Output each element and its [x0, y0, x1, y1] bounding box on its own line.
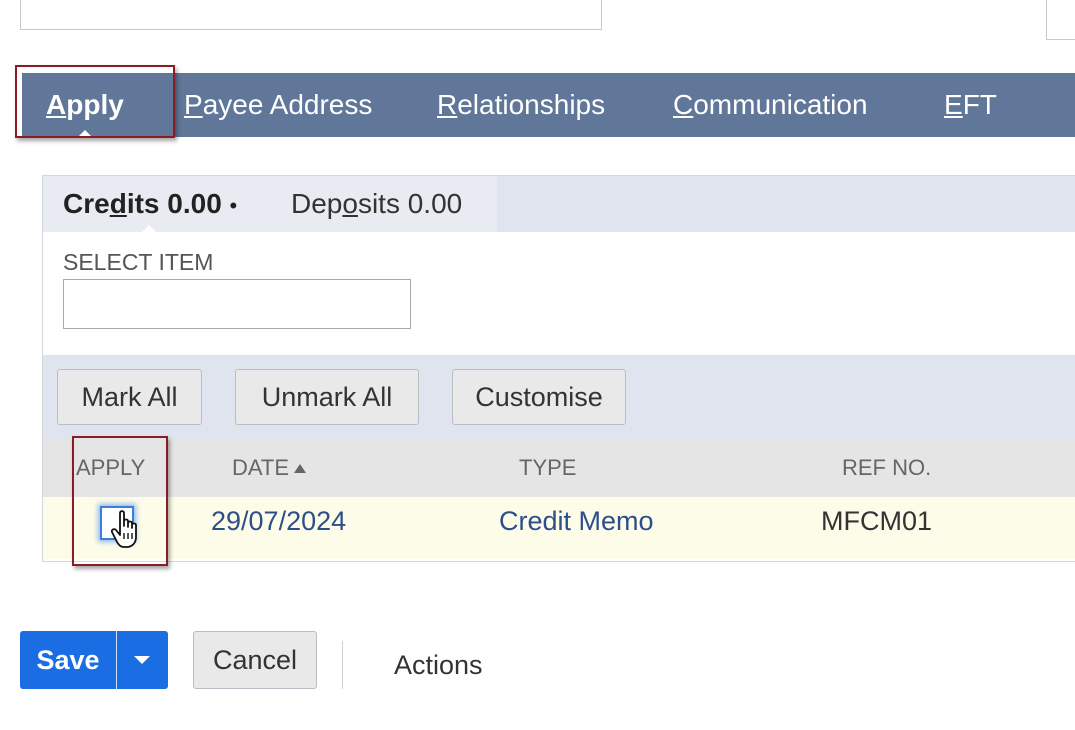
tab-payee-address-label: ayee Address [202, 89, 373, 120]
unmark-all-button[interactable]: Unmark All [235, 369, 419, 425]
table-header: APPLY DATE TYPE REF NO. [43, 439, 1075, 497]
subtab-deposits-post: sits 0.00 [357, 188, 463, 219]
hand-pointer-cursor-icon [111, 510, 137, 548]
save-button-group: Save [20, 631, 168, 689]
tab-communication-accesskey: C [673, 89, 694, 120]
subtab-credits-accesskey: d [109, 188, 127, 219]
subtab-deposits-pre: Dep [291, 188, 343, 219]
chevron-down-icon[interactable] [117, 631, 168, 689]
tab-apply-label: pply [66, 89, 124, 120]
top-text-field[interactable] [20, 0, 602, 30]
main-tab-bar: Apply Payee Address Relationships Commun… [22, 73, 1075, 137]
column-header-date[interactable]: DATE [232, 439, 307, 497]
tab-eft-label: FT [962, 89, 997, 120]
tab-apply[interactable]: Apply [46, 73, 124, 137]
ref-no-cell: MFCM01 [821, 506, 933, 536]
column-header-ref-no[interactable]: REF NO. [842, 439, 931, 497]
subtab-credits-pre: Cre [63, 188, 110, 219]
active-subtab-indicator [141, 225, 157, 233]
tab-communication-label: ommunication [693, 89, 868, 120]
tab-eft[interactable]: EFT [944, 73, 997, 137]
select-item-label: SELECT ITEM [63, 249, 214, 275]
actions-menu[interactable]: Actions [394, 636, 483, 694]
sublist-button-bar: Mark All Unmark All Customise [43, 355, 1075, 439]
subtab-credits-bullet: • [229, 193, 238, 218]
active-tab-indicator [78, 130, 92, 137]
select-item-input[interactable] [63, 279, 411, 329]
sort-ascending-icon [294, 464, 307, 473]
tab-relationships[interactable]: Relationships [437, 73, 605, 137]
subtab-deposits[interactable]: Deposits 0.00 [291, 176, 462, 232]
tab-eft-accesskey: E [944, 89, 963, 120]
table-row: 29/07/2024 Credit Memo MFCM01 [43, 497, 1075, 559]
tab-payee-address[interactable]: Payee Address [184, 73, 372, 137]
tab-apply-accesskey: A [46, 89, 67, 120]
tab-relationships-accesskey: R [437, 89, 458, 120]
column-header-type[interactable]: TYPE [519, 439, 576, 497]
footer-separator [342, 641, 343, 689]
subtab-credits-post: its 0.00 [126, 188, 222, 219]
cancel-button[interactable]: Cancel [193, 631, 317, 689]
column-header-date-label: DATE [232, 455, 290, 480]
tab-payee-address-accesskey: P [184, 89, 203, 120]
tab-communication[interactable]: Communication [673, 73, 868, 137]
subtab-credits[interactable]: Credits 0.00 • [63, 176, 237, 232]
customise-button[interactable]: Customise [452, 369, 626, 425]
date-link[interactable]: 29/07/2024 [211, 497, 346, 559]
column-header-apply[interactable]: APPLY [76, 439, 145, 497]
tab-relationships-label: elationships [457, 89, 606, 120]
apply-subpanel: Credits 0.00 • Deposits 0.00 SELECT ITEM… [42, 175, 1075, 562]
subtab-strip: Credits 0.00 • Deposits 0.00 [43, 176, 1075, 233]
mark-all-button[interactable]: Mark All [57, 369, 202, 425]
subtab-deposits-accesskey: o [342, 188, 358, 219]
type-link[interactable]: Credit Memo [499, 497, 654, 559]
top-right-field[interactable] [1046, 0, 1075, 40]
save-button[interactable]: Save [20, 631, 116, 689]
